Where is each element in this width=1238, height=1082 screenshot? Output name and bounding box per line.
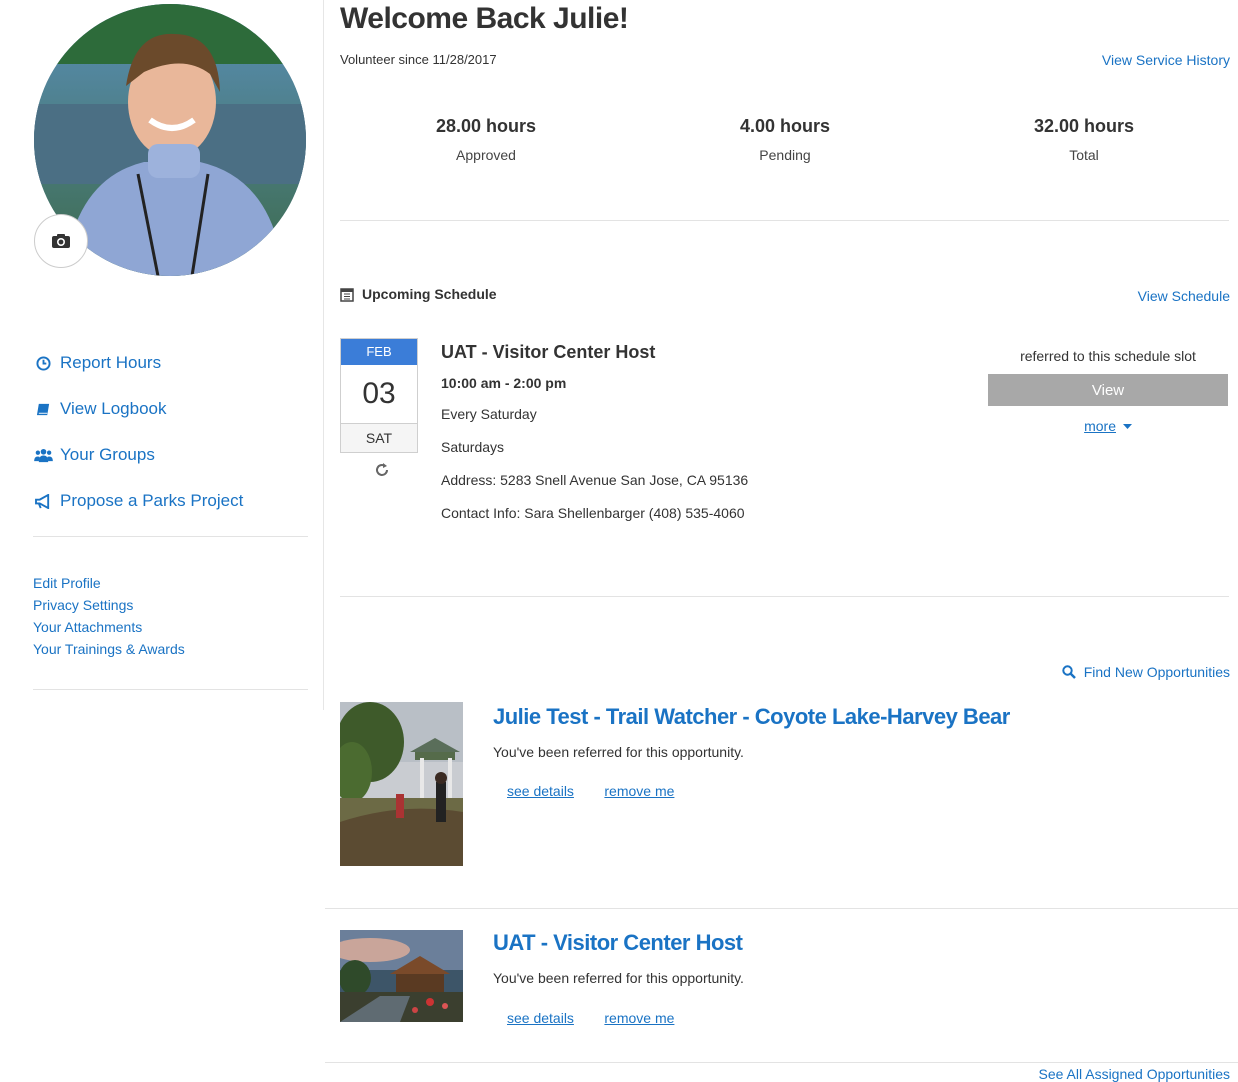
schedule-title: Upcoming Schedule — [362, 286, 497, 302]
event-note: Saturdays — [441, 439, 505, 455]
remove-me-link[interactable]: remove me — [604, 783, 674, 799]
privacy-settings-link[interactable]: Privacy Settings — [33, 594, 185, 616]
event-weekday: SAT — [341, 424, 417, 452]
remove-me-link[interactable]: remove me — [604, 1010, 674, 1026]
schedule-heading: Upcoming Schedule — [340, 286, 497, 302]
sidebar-item-propose-project[interactable]: Propose a Parks Project — [33, 478, 243, 524]
sidebar-divider — [323, 0, 324, 710]
your-attachments-link[interactable]: Your Attachments — [33, 616, 185, 638]
section-divider — [340, 596, 1229, 597]
stat-label: Total — [1069, 147, 1099, 163]
opportunity-actions: see details remove me — [507, 783, 674, 801]
opportunity-status: You've been referred for this opportunit… — [493, 744, 744, 760]
profile-links: Edit Profile Privacy Settings Your Attac… — [33, 572, 185, 660]
stat-pending: 4.00 hours Pending — [635, 116, 935, 163]
view-event-button[interactable]: View — [988, 374, 1228, 406]
section-divider — [325, 908, 1238, 909]
sidebar-item-your-groups[interactable]: Your Groups — [33, 432, 243, 478]
opportunity-thumbnail — [340, 930, 463, 1022]
edit-profile-link[interactable]: Edit Profile — [33, 572, 185, 594]
stat-approved: 28.00 hours Approved — [336, 116, 636, 163]
change-photo-button[interactable] — [34, 214, 88, 268]
sidebar-divider — [33, 536, 308, 537]
caret-down-icon — [1122, 424, 1132, 430]
more-link[interactable]: more — [1084, 418, 1116, 434]
trainings-awards-link[interactable]: Your Trainings & Awards — [33, 638, 185, 660]
sidebar-item-label: Your Groups — [60, 445, 155, 464]
stat-value: 32.00 hours — [1033, 116, 1135, 136]
search-icon — [1062, 665, 1076, 679]
view-service-history-link[interactable]: View Service History — [1102, 52, 1230, 68]
sidebar-divider — [33, 689, 308, 690]
section-divider — [325, 1062, 1238, 1063]
event-month: FEB — [341, 339, 417, 365]
sidebar-item-label: Report Hours — [60, 353, 162, 372]
page-title: Welcome Back Julie! — [340, 2, 629, 35]
event-date-badge: FEB 03 SAT — [340, 338, 418, 453]
clock-icon — [33, 355, 53, 371]
see-all-opportunities-link[interactable]: See All Assigned Opportunities — [1039, 1066, 1230, 1082]
event-title: UAT - Visitor Center Host — [441, 342, 656, 362]
sidebar-item-label: View Logbook — [60, 399, 167, 418]
opportunity-actions: see details remove me — [507, 1010, 674, 1028]
section-divider — [340, 220, 1229, 221]
opportunity-title[interactable]: Julie Test - Trail Watcher - Coyote Lake… — [493, 704, 1010, 730]
stat-label: Approved — [456, 147, 516, 163]
sidebar-item-label: Propose a Parks Project — [60, 491, 244, 510]
opportunity-status: You've been referred for this opportunit… — [493, 970, 744, 986]
view-schedule-link[interactable]: View Schedule — [1138, 288, 1230, 304]
event-recurrence: Every Saturday — [441, 406, 537, 422]
opportunity-thumbnail — [340, 702, 463, 866]
find-new-label: Find New Opportunities — [1083, 664, 1230, 680]
calendar-icon — [340, 287, 354, 302]
sidebar-item-view-logbook[interactable]: View Logbook — [33, 386, 243, 432]
repeat-icon — [374, 462, 390, 483]
sidebar-item-report-hours[interactable]: Report Hours — [33, 340, 243, 386]
bullhorn-icon — [33, 493, 53, 509]
event-day: 03 — [341, 365, 417, 424]
referral-status: referred to this schedule slot — [1020, 348, 1196, 364]
volunteer-since: Volunteer since 11/28/2017 — [340, 52, 497, 67]
see-details-link[interactable]: see details — [507, 1010, 574, 1026]
event-contact: Contact Info: Sara Shellenbarger (408) 5… — [441, 505, 745, 521]
stat-label: Pending — [759, 147, 811, 163]
users-icon — [33, 448, 53, 463]
camera-icon — [52, 234, 70, 248]
find-new-opportunities-link[interactable]: Find New Opportunities — [1062, 664, 1230, 680]
book-icon — [33, 402, 53, 417]
see-details-link[interactable]: see details — [507, 783, 574, 799]
opportunity-title[interactable]: UAT - Visitor Center Host — [493, 930, 743, 956]
event-address: Address: 5283 Snell Avenue San Jose, CA … — [441, 472, 749, 488]
more-dropdown[interactable]: more — [988, 418, 1228, 434]
sidebar-nav: Report Hours View Logbook Your Groups Pr… — [33, 340, 243, 524]
event-time: 10:00 am - 2:00 pm — [441, 375, 567, 391]
stat-value: 28.00 hours — [435, 116, 537, 136]
stat-total: 32.00 hours Total — [934, 116, 1234, 163]
stat-value: 4.00 hours — [739, 116, 831, 136]
